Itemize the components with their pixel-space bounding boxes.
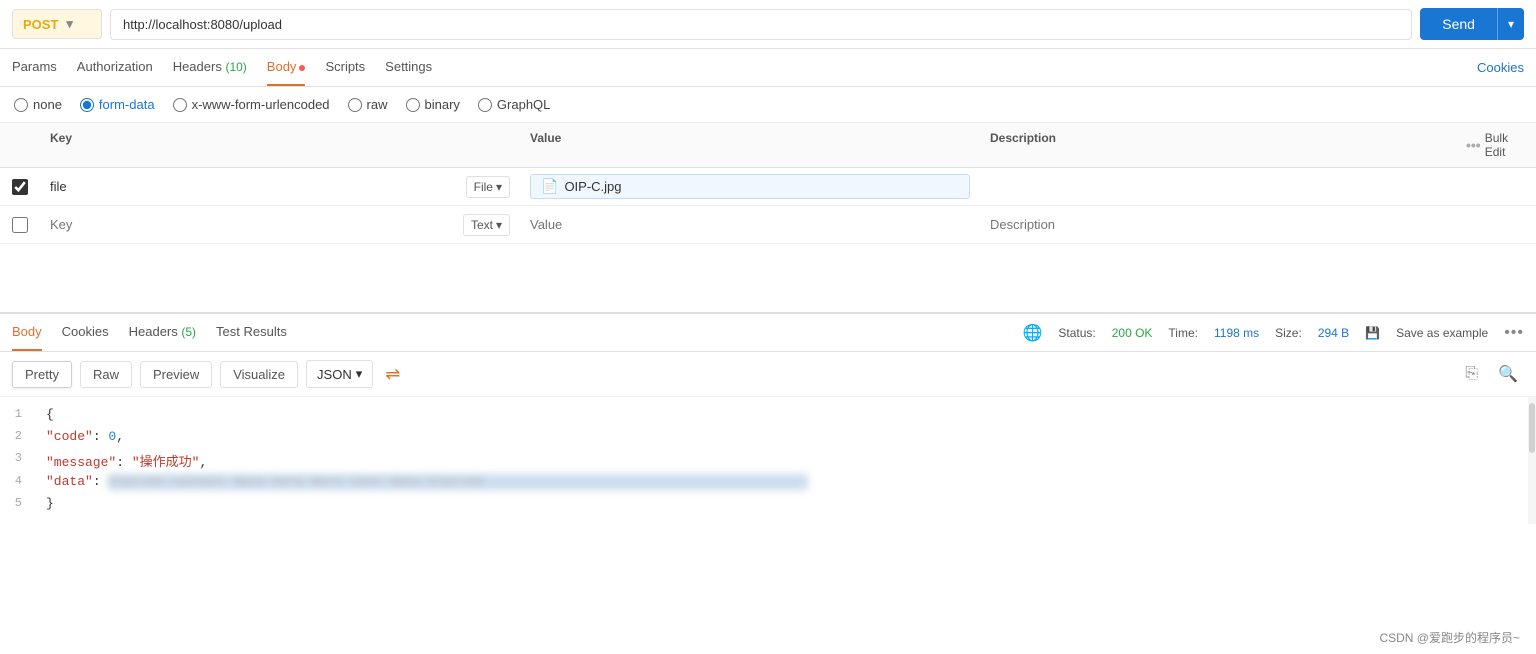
row1-key-cell: file File ▾: [40, 170, 520, 204]
code-line-4: 4 "data": blurred content data here more…: [0, 472, 1536, 494]
row1-checkbox-cell: [0, 173, 40, 201]
table-header: Key Value Description ••• Bulk Edit: [0, 123, 1536, 168]
tab-headers[interactable]: Headers (10): [173, 49, 247, 86]
spacer: [0, 244, 1536, 304]
code-line-5: 5 }: [0, 494, 1536, 516]
size-value: 294 B: [1318, 326, 1349, 340]
view-preview-button[interactable]: Preview: [140, 361, 212, 388]
row1-description-cell[interactable]: [980, 173, 1536, 200]
send-btn-group: Send ▾: [1420, 8, 1524, 40]
code-line-3: 3 "message": "操作成功",: [0, 449, 1536, 472]
row1-description-input[interactable]: [990, 179, 1526, 194]
code-line-1: 1 {: [0, 405, 1536, 427]
view-raw-button[interactable]: Raw: [80, 361, 132, 388]
th-key: Key: [40, 131, 520, 159]
size-label: Size:: [1275, 326, 1302, 340]
vertical-scrollbar[interactable]: [1528, 397, 1536, 524]
radio-form-data[interactable]: form-data: [80, 97, 155, 112]
method-label: POST: [23, 17, 58, 32]
radio-binary[interactable]: binary: [406, 97, 460, 112]
th-bulk-edit: ••• Bulk Edit: [1456, 131, 1536, 159]
body-type-options: none form-data x-www-form-urlencoded raw…: [0, 87, 1536, 123]
view-visualize-button[interactable]: Visualize: [220, 361, 298, 388]
response-tabs-bar: Body Cookies Headers (5) Test Results 🌐 …: [0, 314, 1536, 352]
send-dropdown-button[interactable]: ▾: [1497, 8, 1524, 40]
response-toolbar: Pretty Raw Preview Visualize JSON ▾ ⇌ ⎘ …: [0, 352, 1536, 397]
table-row: Text ▾: [0, 206, 1536, 244]
tab-authorization[interactable]: Authorization: [77, 49, 153, 86]
search-button[interactable]: 🔍: [1492, 361, 1524, 387]
row1-value-cell: 📄 OIP-C.jpg: [520, 168, 980, 205]
row2-checkbox-cell: [0, 211, 40, 239]
scrollbar-thumb[interactable]: [1529, 403, 1535, 453]
response-section: Body Cookies Headers (5) Test Results 🌐 …: [0, 312, 1536, 524]
tab-params[interactable]: Params: [12, 49, 57, 86]
row2-value-input[interactable]: [530, 217, 970, 232]
file-value-display: 📄 OIP-C.jpg: [530, 174, 970, 199]
row2-type-select[interactable]: Text ▾: [463, 214, 510, 236]
send-button[interactable]: Send: [1420, 8, 1497, 40]
wrap-button[interactable]: ⇌: [385, 364, 400, 385]
watermark: CSDN @爱跑步的程序员~: [1379, 629, 1520, 646]
file-icon: 📄: [541, 178, 558, 195]
th-checkbox: [0, 131, 40, 159]
radio-urlencoded[interactable]: x-www-form-urlencoded: [173, 97, 330, 112]
response-tab-body[interactable]: Body: [12, 314, 42, 351]
time-value: 1198 ms: [1214, 326, 1259, 340]
row2-checkbox[interactable]: [12, 217, 28, 233]
radio-graphql[interactable]: GraphQL: [478, 97, 550, 112]
method-select[interactable]: POST ▾: [12, 9, 102, 39]
tab-settings[interactable]: Settings: [385, 49, 432, 86]
method-chevron-icon: ▾: [66, 16, 73, 32]
tab-body[interactable]: Body: [267, 49, 306, 86]
response-tab-cookies[interactable]: Cookies: [62, 314, 109, 351]
tab-scripts[interactable]: Scripts: [325, 49, 365, 86]
copy-button[interactable]: ⎘: [1459, 362, 1484, 386]
type-chevron-icon: ▾: [496, 180, 502, 194]
code-line-2: 2 "code": 0,: [0, 427, 1536, 449]
th-value: Value: [520, 131, 980, 159]
file-name: OIP-C.jpg: [564, 179, 621, 194]
save-icon: 💾: [1365, 326, 1380, 340]
response-tab-test-results[interactable]: Test Results: [216, 314, 287, 351]
globe-icon: 🌐: [1022, 323, 1042, 343]
request-nav-tabs: Params Authorization Headers (10) Body S…: [0, 49, 1536, 87]
radio-raw[interactable]: raw: [348, 97, 388, 112]
row2-description-cell[interactable]: [980, 211, 1536, 238]
format-select[interactable]: JSON ▾: [306, 360, 373, 388]
bulk-edit-label[interactable]: Bulk Edit: [1485, 131, 1526, 159]
row2-key-cell: Text ▾: [40, 208, 520, 242]
response-tab-headers[interactable]: Headers (5): [129, 314, 196, 351]
toolbar-right: ⎘ 🔍: [1459, 361, 1524, 387]
body-dot-indicator: [299, 65, 305, 71]
cookies-link[interactable]: Cookies: [1477, 60, 1524, 75]
type-chevron-icon: ▾: [496, 218, 502, 232]
table-row: file File ▾ 📄 OIP-C.jpg: [0, 168, 1536, 206]
code-area: 1 { 2 "code": 0, 3 "message": "操作成功", 4 …: [0, 397, 1536, 524]
bulk-edit-dots-icon: •••: [1466, 137, 1481, 153]
row1-key-value: file: [50, 179, 460, 194]
save-example-button[interactable]: Save as example: [1396, 326, 1488, 340]
th-description: Description: [980, 131, 1456, 159]
time-label: Time:: [1168, 326, 1198, 340]
view-pretty-button[interactable]: Pretty: [12, 361, 72, 388]
radio-none[interactable]: none: [14, 97, 62, 112]
row2-value-cell[interactable]: [520, 211, 980, 238]
row1-type-select[interactable]: File ▾: [466, 176, 510, 198]
status-label: Status:: [1058, 326, 1095, 340]
row1-checkbox[interactable]: [12, 179, 28, 195]
row2-description-input[interactable]: [990, 217, 1526, 232]
top-bar: POST ▾ Send ▾: [0, 0, 1536, 49]
url-input[interactable]: [110, 9, 1412, 40]
status-value: 200 OK: [1112, 326, 1153, 340]
response-meta: 🌐 Status: 200 OK Time: 1198 ms Size: 294…: [1022, 323, 1524, 343]
more-options-icon[interactable]: •••: [1504, 324, 1524, 342]
row2-key-input[interactable]: [50, 217, 457, 232]
format-chevron-icon: ▾: [356, 366, 363, 382]
